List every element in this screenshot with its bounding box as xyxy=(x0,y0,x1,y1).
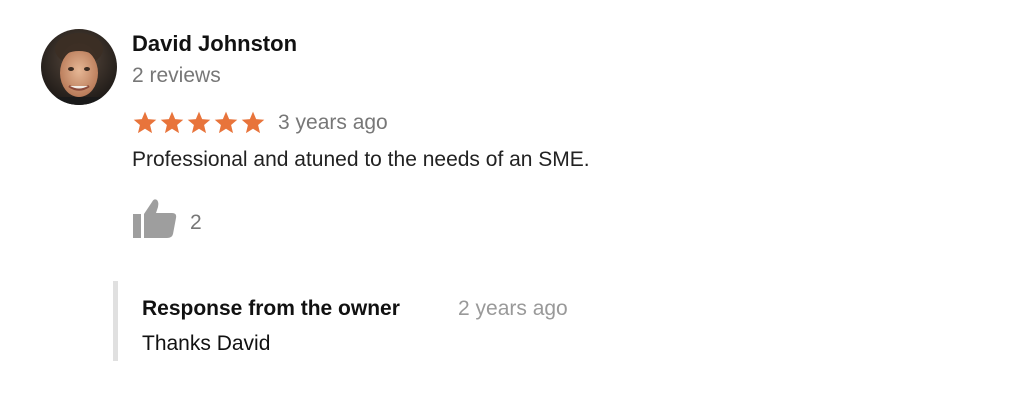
star-icon xyxy=(187,111,211,134)
star-icon xyxy=(241,111,265,134)
like-count: 2 xyxy=(190,211,202,234)
star-icon xyxy=(214,111,238,134)
review-text: Professional and atuned to the needs of … xyxy=(132,148,590,171)
thumbs-up-icon xyxy=(133,199,177,238)
star-icon xyxy=(133,111,157,134)
star-icon xyxy=(160,111,184,134)
reviewer-photo xyxy=(41,29,117,105)
reviewer-name[interactable]: David Johnston xyxy=(132,30,297,58)
avatar[interactable] xyxy=(41,29,117,105)
response-title: Response from the owner xyxy=(142,297,400,320)
response-text: Thanks David xyxy=(142,332,271,355)
like-button[interactable] xyxy=(130,196,180,242)
owner-response: Response from the owner 2 years ago Than… xyxy=(113,281,718,361)
review-count[interactable]: 2 reviews xyxy=(132,63,221,89)
star-rating xyxy=(132,110,266,136)
response-date: 2 years ago xyxy=(458,297,568,320)
review-card: David Johnston 2 reviews 3 years ago Pro… xyxy=(0,0,1024,404)
review-date: 3 years ago xyxy=(278,111,388,134)
